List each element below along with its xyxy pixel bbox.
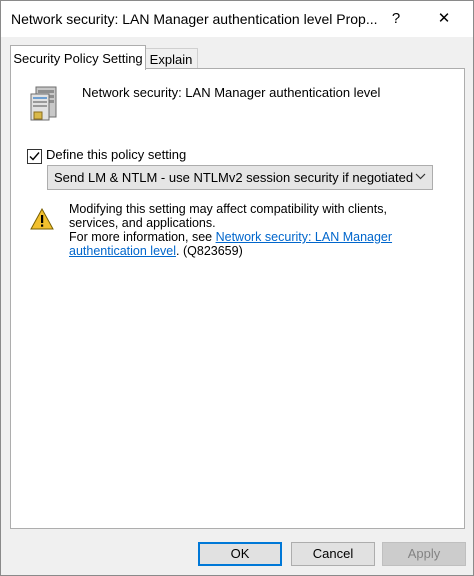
properties-dialog: Network security: LAN Manager authentica… (0, 0, 474, 576)
ok-button[interactable]: OK (198, 542, 282, 566)
tab-explain[interactable]: Explain (144, 48, 198, 69)
chevron-down-icon (415, 173, 426, 180)
tab-label: Security Policy Setting (13, 51, 143, 66)
checkmark-icon (29, 152, 40, 161)
warning-icon (30, 208, 54, 230)
define-policy-checkbox[interactable] (27, 149, 42, 164)
define-policy-label[interactable]: Define this policy setting (46, 147, 186, 162)
warning-message: Modifying this setting may affect compat… (69, 202, 429, 258)
warning-line-2: For more information, see Network securi… (69, 230, 429, 258)
apply-button[interactable]: Apply (382, 542, 466, 566)
close-button[interactable]: ✕ (421, 1, 467, 37)
tab-label: Explain (149, 52, 193, 67)
warning-line-1: Modifying this setting may affect compat… (69, 202, 387, 230)
cancel-button[interactable]: Cancel (291, 542, 375, 566)
dropdown-selected-value: Send LM & NTLM - use NTLMv2 session secu… (54, 170, 414, 185)
authentication-level-select[interactable]: Send LM & NTLM - use NTLMv2 session secu… (47, 165, 433, 190)
window-title: Network security: LAN Manager authentica… (11, 11, 378, 27)
info-prefix: For more information, see (69, 230, 216, 244)
server-icon (30, 86, 57, 121)
title-bar[interactable]: Network security: LAN Manager authentica… (1, 1, 473, 37)
tab-security-policy-setting[interactable]: Security Policy Setting (10, 45, 146, 70)
tab-panel: Network security: LAN Manager authentica… (10, 68, 465, 529)
policy-name: Network security: LAN Manager authentica… (82, 85, 381, 100)
info-suffix: . (Q823659) (176, 244, 243, 258)
help-button[interactable]: ? (373, 1, 419, 37)
